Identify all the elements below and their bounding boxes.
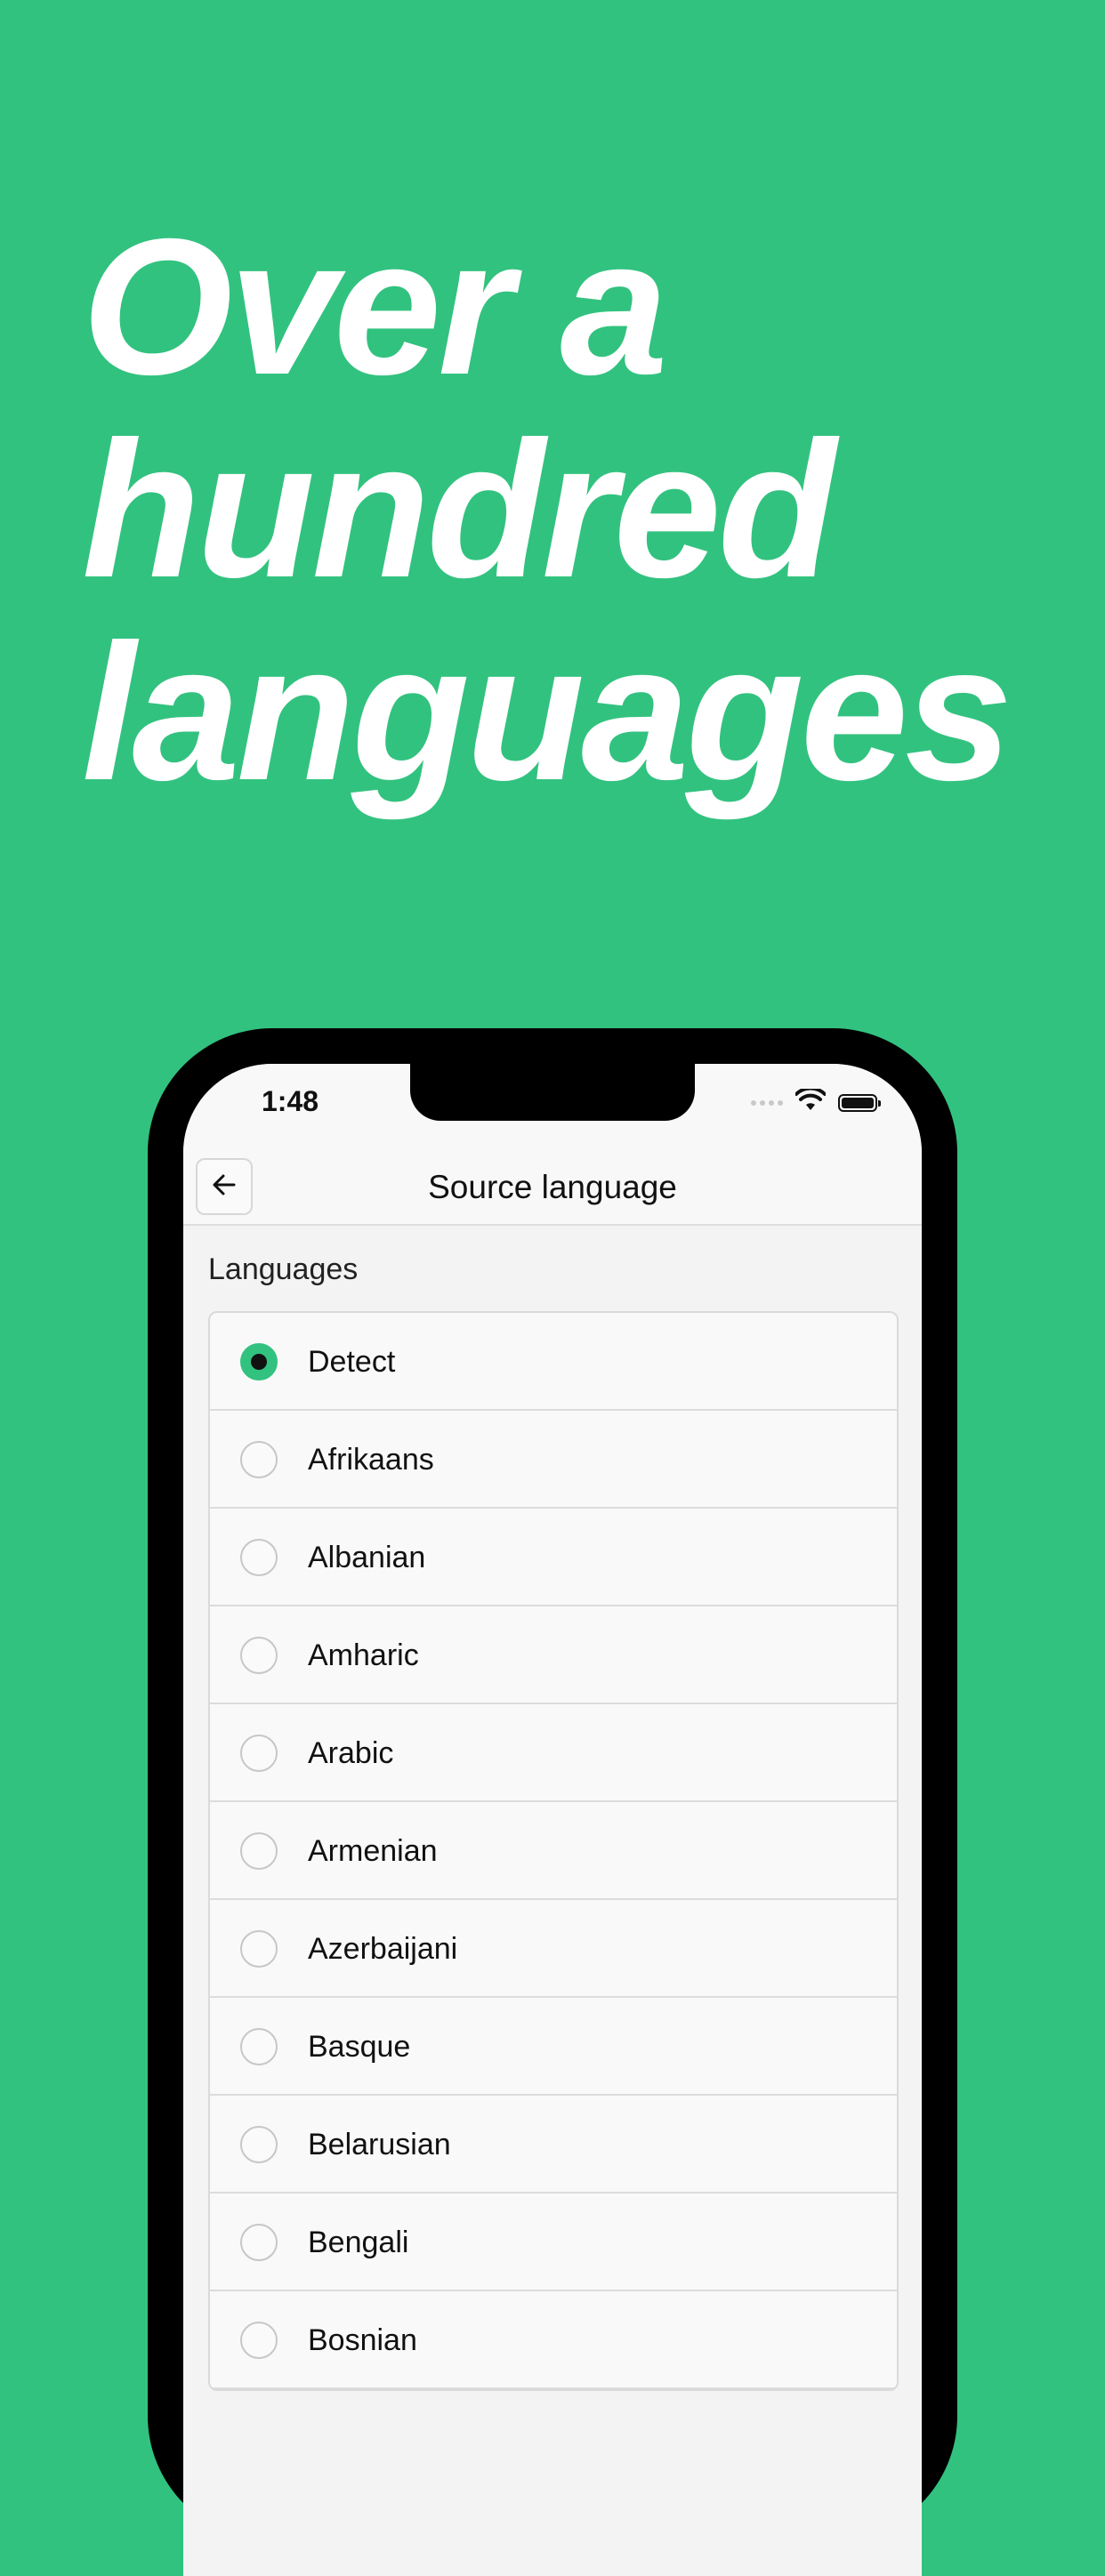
language-label: Arabic <box>308 1736 394 1770</box>
app-bar: Source language <box>183 1144 922 1226</box>
language-item[interactable]: Azerbaijani <box>210 1900 897 1998</box>
language-label: Albanian <box>308 1541 426 1574</box>
radio-icon[interactable] <box>240 1441 278 1478</box>
language-label: Belarusian <box>308 2128 451 2161</box>
headline-line-1: Over a <box>82 199 668 415</box>
radio-icon[interactable] <box>240 1735 278 1772</box>
radio-icon[interactable] <box>240 2224 278 2261</box>
language-item[interactable]: Arabic <box>210 1704 897 1802</box>
language-item[interactable]: Bengali <box>210 2194 897 2291</box>
wifi-icon <box>794 1086 827 1116</box>
language-item[interactable]: Armenian <box>210 1802 897 1900</box>
battery-icon <box>838 1093 881 1112</box>
language-label: Azerbaijani <box>308 1932 458 1966</box>
camera-notch <box>410 1064 695 1121</box>
headline-line-2: hundred <box>82 402 836 618</box>
language-label: Bengali <box>308 2226 409 2259</box>
radio-icon[interactable] <box>240 1832 278 1870</box>
radio-icon[interactable] <box>240 1539 278 1576</box>
language-label: Detect <box>308 1345 396 1379</box>
radio-icon[interactable] <box>240 2028 278 2065</box>
page-title: Source language <box>428 1169 677 1205</box>
headline-line-3: languages <box>82 605 1012 821</box>
radio-selected-icon[interactable] <box>240 1343 278 1381</box>
language-label: Afrikaans <box>308 1443 434 1477</box>
language-item[interactable]: Bosnian <box>210 2291 897 2389</box>
language-list: Detect Afrikaans Albanian Amharic Arabic… <box>208 1311 899 2391</box>
language-item[interactable]: Amharic <box>210 1606 897 1704</box>
phone-screen: 1:48 Source language Languages Detect Af… <box>183 1064 922 2576</box>
status-time: 1:48 <box>262 1085 319 1117</box>
phone-frame: 1:48 Source language Languages Detect Af… <box>148 1028 957 2576</box>
languages-section-label: Languages <box>208 1252 359 1286</box>
language-item[interactable]: Belarusian <box>210 2096 897 2194</box>
radio-icon[interactable] <box>240 1930 278 1968</box>
language-item[interactable]: Albanian <box>210 1509 897 1606</box>
language-item[interactable]: Basque <box>210 1998 897 2096</box>
language-label: Amharic <box>308 1638 419 1672</box>
signal-icon <box>751 1099 783 1106</box>
headline: Over a hundred languages <box>82 206 1078 815</box>
language-label: Basque <box>308 2030 411 2064</box>
status-indicators <box>751 1086 881 1116</box>
radio-icon[interactable] <box>240 2126 278 2163</box>
language-item[interactable]: Detect <box>210 1313 897 1411</box>
language-label: Bosnian <box>308 2323 417 2357</box>
radio-icon[interactable] <box>240 2322 278 2359</box>
language-label: Armenian <box>308 1834 438 1868</box>
radio-icon[interactable] <box>240 1637 278 1674</box>
language-item[interactable]: Afrikaans <box>210 1411 897 1509</box>
